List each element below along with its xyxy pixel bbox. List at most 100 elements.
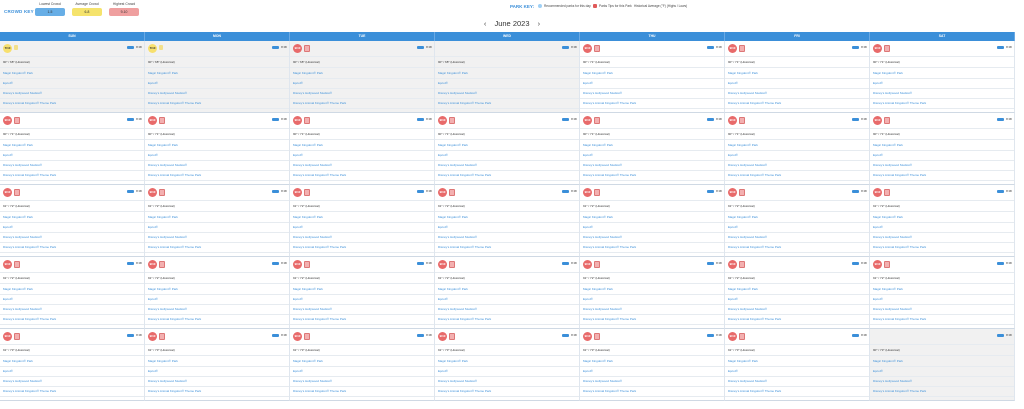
calendar-day-cell[interactable]: 9/10 8 MI 91° / 72° (Historical) Magic King… xyxy=(290,257,435,329)
park-link[interactable]: Epcot® xyxy=(148,153,158,157)
park-link[interactable]: Magic Kingdom® Park xyxy=(293,71,323,75)
calendar-day-cell[interactable]: 9/10 8 MI 91° / 73° (Historical) Magic King… xyxy=(435,329,580,401)
details-button[interactable] xyxy=(562,262,569,265)
park-link[interactable]: Magic Kingdom® Park xyxy=(293,215,323,219)
park-link[interactable]: Magic Kingdom® Park xyxy=(728,71,758,75)
park-link[interactable]: Disney's Hollywood Studios® xyxy=(293,307,332,311)
park-link[interactable]: Magic Kingdom® Park xyxy=(583,71,613,75)
park-link[interactable]: Magic Kingdom® Park xyxy=(873,215,903,219)
park-tip-icon[interactable] xyxy=(594,261,600,268)
park-link[interactable]: Epcot® xyxy=(3,297,13,301)
details-button[interactable] xyxy=(852,190,859,193)
park-tip-icon[interactable] xyxy=(304,117,310,124)
park-link[interactable]: Magic Kingdom® Park xyxy=(438,359,468,363)
park-link[interactable]: Disney's Animal Kingdom® Theme Park xyxy=(728,317,781,321)
park-link[interactable]: Disney's Animal Kingdom® Theme Park xyxy=(148,389,201,393)
park-link[interactable]: Disney's Animal Kingdom® Theme Park xyxy=(873,173,926,177)
park-link[interactable]: Disney's Hollywood Studios® xyxy=(3,91,42,95)
park-tip-icon[interactable] xyxy=(304,189,310,196)
park-link[interactable]: Magic Kingdom® Park xyxy=(148,287,178,291)
calendar-day-cell[interactable]: 7/10 8 MI 90° / 68° (Historical) Magic King… xyxy=(145,41,290,113)
park-tip-icon[interactable] xyxy=(449,261,455,268)
calendar-day-cell[interactable]: 9/10 8 MI 90° / 71° (Historical) Magic King… xyxy=(290,113,435,185)
calendar-day-cell[interactable]: 9/10 8 MI 91° / 73° (Historical) Magic King… xyxy=(290,329,435,401)
park-link[interactable]: Disney's Hollywood Studios® xyxy=(728,91,767,95)
park-link[interactable]: Disney's Hollywood Studios® xyxy=(293,163,332,167)
park-tip-icon[interactable] xyxy=(594,333,600,340)
park-link[interactable]: Disney's Hollywood Studios® xyxy=(438,307,477,311)
park-tip-icon[interactable] xyxy=(739,45,745,52)
park-link[interactable]: Epcot® xyxy=(293,153,303,157)
park-link[interactable]: Disney's Animal Kingdom® Theme Park xyxy=(728,245,781,249)
park-link[interactable]: Disney's Hollywood Studios® xyxy=(728,235,767,239)
park-link[interactable]: Disney's Hollywood Studios® xyxy=(293,379,332,383)
park-tip-icon[interactable] xyxy=(449,333,455,340)
park-link[interactable]: Epcot® xyxy=(728,297,738,301)
park-link[interactable]: Disney's Hollywood Studios® xyxy=(583,235,622,239)
park-link[interactable]: Epcot® xyxy=(583,81,593,85)
park-link[interactable]: Magic Kingdom® Park xyxy=(438,215,468,219)
park-tip-icon[interactable] xyxy=(594,117,600,124)
park-link[interactable]: Magic Kingdom® Park xyxy=(873,143,903,147)
calendar-day-cell[interactable]: 9/10 8 MI 91° / 72° (Historical) Magic King… xyxy=(290,185,435,257)
park-link[interactable]: Magic Kingdom® Park xyxy=(583,359,613,363)
park-link[interactable]: Disney's Animal Kingdom® Theme Park xyxy=(873,317,926,321)
park-link[interactable]: Magic Kingdom® Park xyxy=(438,287,468,291)
park-link[interactable]: Disney's Animal Kingdom® Theme Park xyxy=(583,173,636,177)
park-link[interactable]: Magic Kingdom® Park xyxy=(583,215,613,219)
details-button[interactable] xyxy=(852,46,859,49)
park-link[interactable]: Magic Kingdom® Park xyxy=(148,143,178,147)
park-link[interactable]: Epcot® xyxy=(583,225,593,229)
park-link[interactable]: Disney's Hollywood Studios® xyxy=(3,307,42,311)
park-link[interactable]: Disney's Animal Kingdom® Theme Park xyxy=(3,245,56,249)
park-link[interactable]: Disney's Hollywood Studios® xyxy=(728,379,767,383)
park-link[interactable]: Disney's Hollywood Studios® xyxy=(148,91,187,95)
details-button[interactable] xyxy=(997,118,1004,121)
details-button[interactable] xyxy=(997,262,1004,265)
park-link[interactable]: Disney's Animal Kingdom® Theme Park xyxy=(873,389,926,393)
park-tip-icon[interactable] xyxy=(739,117,745,124)
details-button[interactable] xyxy=(707,118,714,121)
park-link[interactable]: Epcot® xyxy=(873,225,883,229)
park-tip-icon[interactable] xyxy=(594,189,600,196)
park-link[interactable]: Magic Kingdom® Park xyxy=(148,359,178,363)
park-tip-icon[interactable] xyxy=(304,261,310,268)
details-button[interactable] xyxy=(562,190,569,193)
park-link[interactable]: Disney's Animal Kingdom® Theme Park xyxy=(438,101,491,105)
details-button[interactable] xyxy=(852,262,859,265)
park-tip-icon[interactable] xyxy=(304,333,310,340)
park-link[interactable]: Disney's Animal Kingdom® Theme Park xyxy=(148,245,201,249)
park-tip-icon[interactable] xyxy=(14,333,20,340)
park-link[interactable]: Disney's Hollywood Studios® xyxy=(583,307,622,311)
park-link[interactable]: Disney's Hollywood Studios® xyxy=(583,163,622,167)
park-link[interactable]: Disney's Hollywood Studios® xyxy=(3,235,42,239)
calendar-day-cell[interactable]: 9/10 8 MI 91° / 72° (Historical) Magic King… xyxy=(145,185,290,257)
park-link[interactable]: Epcot® xyxy=(728,153,738,157)
park-link[interactable]: Disney's Hollywood Studios® xyxy=(873,163,912,167)
park-link[interactable]: Epcot® xyxy=(728,369,738,373)
details-button[interactable] xyxy=(127,190,134,193)
park-link[interactable]: Disney's Hollywood Studios® xyxy=(873,91,912,95)
park-link[interactable]: Magic Kingdom® Park xyxy=(3,359,33,363)
park-link[interactable]: Epcot® xyxy=(438,153,448,157)
calendar-day-cell[interactable]: 9/10 8 MI 91° / 72° (Historical) Magic King… xyxy=(725,257,870,329)
park-link[interactable]: Disney's Hollywood Studios® xyxy=(438,91,477,95)
park-link[interactable]: Disney's Hollywood Studios® xyxy=(583,379,622,383)
park-link[interactable]: Magic Kingdom® Park xyxy=(873,287,903,291)
park-link[interactable]: Disney's Hollywood Studios® xyxy=(728,307,767,311)
details-button[interactable] xyxy=(272,190,279,193)
park-tip-icon[interactable] xyxy=(14,45,18,50)
prev-month-button[interactable]: ‹ xyxy=(484,19,487,28)
park-tip-icon[interactable] xyxy=(159,333,165,340)
park-tip-icon[interactable] xyxy=(14,189,20,196)
park-link[interactable]: Epcot® xyxy=(583,153,593,157)
park-link[interactable]: Magic Kingdom® Park xyxy=(293,143,323,147)
park-link[interactable]: Disney's Animal Kingdom® Theme Park xyxy=(293,317,346,321)
park-link[interactable]: Epcot® xyxy=(148,369,158,373)
park-link[interactable]: Magic Kingdom® Park xyxy=(293,287,323,291)
park-link[interactable]: Magic Kingdom® Park xyxy=(583,143,613,147)
park-link[interactable]: Epcot® xyxy=(438,369,448,373)
park-tip-icon[interactable] xyxy=(159,45,163,50)
park-link[interactable]: Magic Kingdom® Park xyxy=(3,215,33,219)
details-button[interactable] xyxy=(562,46,569,49)
